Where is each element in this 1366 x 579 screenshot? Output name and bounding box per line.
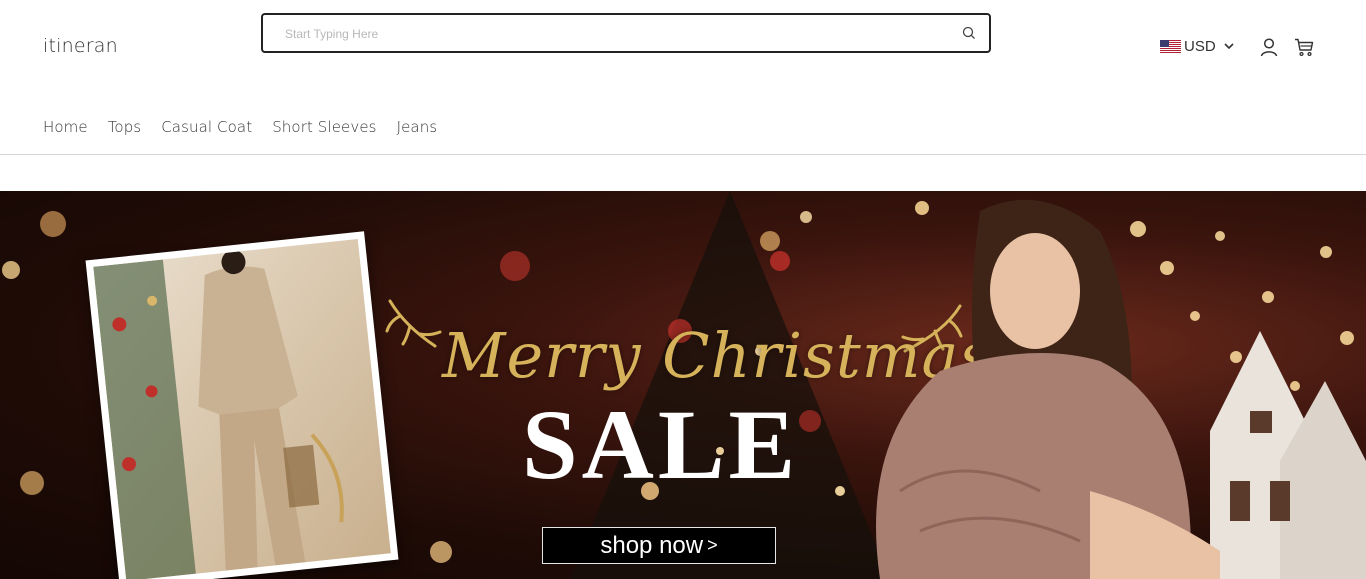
site-logo[interactable]: itineran [43,35,118,57]
us-flag-icon [1160,39,1181,53]
bokeh-light [1320,246,1332,258]
shop-now-label: shop now [600,531,704,559]
nav-item-home[interactable]: Home [43,118,88,136]
search-input[interactable] [285,24,925,44]
model-image [876,199,1220,579]
nav-item-jeans[interactable]: Jeans [397,118,438,136]
banner-sale-text: SALE [522,389,800,500]
bokeh-light [430,541,452,563]
search-bar [261,13,991,53]
product-photo-frame[interactable] [85,231,399,579]
bokeh-light [2,261,20,279]
nav-item-short-sleeves[interactable]: Short Sleeves [272,118,376,136]
nav-item-tops[interactable]: Tops [108,118,142,136]
user-icon[interactable] [1258,36,1280,58]
bokeh-light [40,211,66,237]
cart-icon[interactable] [1293,36,1315,58]
bokeh-light [1262,291,1274,303]
shop-now-button[interactable]: shop now > [542,527,776,564]
chevron-down-icon [1224,43,1234,50]
shop-now-arrow: > [707,535,718,555]
bokeh-light [20,471,44,495]
product-photo [93,238,391,579]
antler-decoration [385,299,442,348]
header-divider [0,154,1366,155]
nav-item-casual-coat[interactable]: Casual Coat [161,118,252,136]
main-nav: Home Tops Casual Coat Short Sleeves Jean… [43,118,437,136]
bokeh-light [500,251,530,281]
hero-banner[interactable]: Merry Christmas SALE shop now > [0,191,1366,579]
search-icon[interactable] [961,25,977,41]
currency-code: USD [1184,37,1216,55]
site-header: itineran USD [0,0,1366,155]
currency-selector[interactable]: USD [1160,36,1235,56]
